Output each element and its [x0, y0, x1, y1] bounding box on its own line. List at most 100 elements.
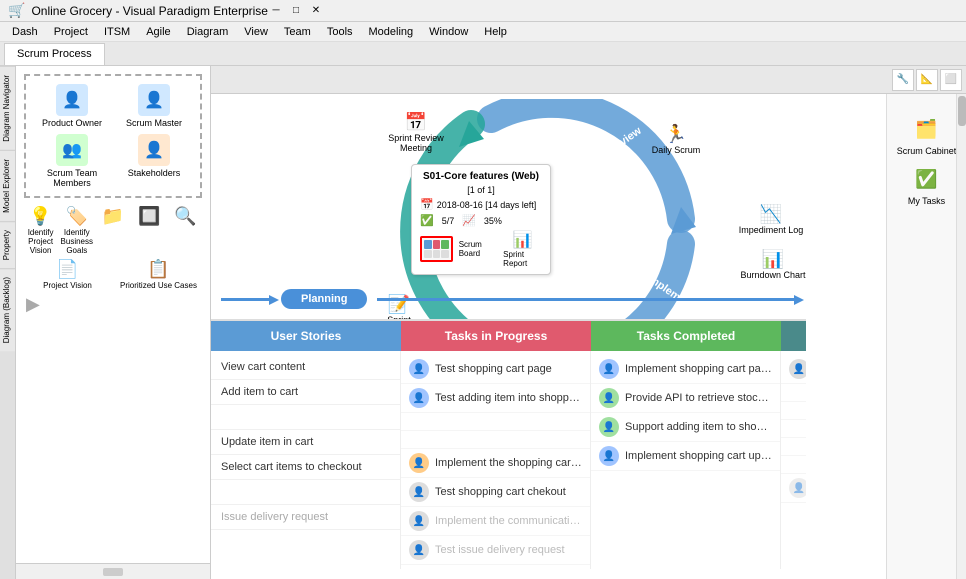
task-communicate: 👤 Implement the communicatio...	[401, 507, 590, 536]
task-closed-spacer2	[781, 402, 806, 420]
scrum-team-item[interactable]: 👥 Scrum Team Members	[34, 134, 110, 188]
task-closed-spacer5	[781, 456, 806, 474]
avatar-6: 👤	[409, 540, 429, 560]
scrum-master-item[interactable]: 👤 Scrum Master	[116, 84, 192, 128]
sprint-report-box[interactable]: 📊 Sprint Report	[503, 230, 542, 268]
sprint-center-box[interactable]: S01-Core features (Web) [1 of 1] 📅 2018-…	[411, 164, 551, 275]
toolbar-btn-2[interactable]: 📐	[916, 69, 938, 91]
avatar-8: 👤	[599, 388, 619, 408]
avatar-10: 👤	[599, 446, 619, 466]
toolbar-btn-3[interactable]: ⬜	[940, 69, 962, 91]
scrum-team-icon: 👥	[56, 134, 88, 166]
grid-item[interactable]: 🔲	[133, 206, 166, 255]
task-test-cart: 👤 Test shopping cart page	[401, 355, 590, 384]
menu-item-team[interactable]: Team	[276, 24, 319, 40]
product-owner-label: Product Owner	[42, 118, 102, 128]
project-vision-item[interactable]: 📄 Project Vision	[24, 259, 111, 290]
sprint-date: 📅 2018-08-16 [14 days left]	[420, 198, 542, 211]
tag-icon: 🏷️	[66, 206, 88, 227]
avatar-7: 👤	[599, 359, 619, 379]
diagram-area: 👤 Product Owner 👤 Scrum Master 👥 Scrum T…	[16, 66, 210, 323]
menu-item-agile[interactable]: Agile	[138, 24, 178, 40]
sprint-stats: ✅ 5/7 📈 35%	[420, 214, 542, 227]
story-select-checkout: Select cart items to checkout	[211, 455, 400, 480]
menu-item-help[interactable]: Help	[476, 24, 515, 40]
vtab-diagram-backlog[interactable]: Diagram (Backlog)	[0, 268, 15, 351]
story-spacer1	[211, 405, 400, 430]
prioritized-use-cases[interactable]: 📋 Prioritized Use Cases	[115, 259, 202, 290]
col-header-user-stories: User Stories	[211, 321, 401, 351]
sprint-subtitle: [1 of 1]	[420, 185, 542, 195]
sprint-review-node: 📅 Sprint Review Meeting	[381, 112, 451, 153]
folder-item[interactable]: 📁	[96, 206, 129, 255]
menu-item-view[interactable]: View	[236, 24, 276, 40]
menu-item-project[interactable]: Project	[46, 24, 96, 40]
vtab-model-explorer[interactable]: Model Explorer	[0, 150, 15, 221]
svg-text:Retrospect: Retrospect	[362, 201, 374, 259]
hscroll-thumb[interactable]	[103, 568, 123, 576]
product-owner-item[interactable]: 👤 Product Owner	[34, 84, 110, 128]
task-text-1: Test shopping cart page	[435, 363, 552, 375]
daily-scrum-label: Daily Scrum	[652, 145, 701, 155]
impediment-icon: 📉	[760, 204, 782, 225]
board-body: View cart content Add item to cart Updat…	[211, 351, 806, 569]
scrum-master-icon: 👤	[138, 84, 170, 116]
task-impl-update: 👤 Implement shopping cart upd...	[591, 442, 780, 471]
scrollbar-thumb[interactable]	[958, 96, 966, 126]
right-panel: 🔧 📐 ⬜ Revie	[211, 66, 966, 579]
task-test-checkout: 👤 Test shopping cart chekout	[401, 478, 590, 507]
list-icon: 📋	[147, 259, 169, 280]
scrum-board: User Stories Tasks in Progress Tasks Com…	[211, 319, 806, 579]
roles-box: 👤 Product Owner 👤 Scrum Master 👥 Scrum T…	[24, 74, 202, 198]
minimize-button[interactable]: ─	[268, 3, 284, 19]
task-text-2: Test adding item into shoppin...	[435, 392, 582, 404]
search-item[interactable]: 🔍	[169, 206, 202, 255]
menu-item-tools[interactable]: Tools	[319, 24, 361, 40]
toolbar-btn-1[interactable]: 🔧	[892, 69, 914, 91]
task-spacer2	[401, 431, 590, 449]
stakeholders-icon: 👤	[138, 134, 170, 166]
titlebar: 🛒 Online Grocery - Visual Paradigm Enter…	[0, 0, 966, 22]
task-text-10: Implement shopping cart upd...	[625, 450, 772, 462]
grid-icon: 🔲	[138, 206, 160, 227]
stakeholders-label: Stakeholders	[128, 168, 181, 178]
task-text-6: Test issue delivery request	[435, 544, 565, 556]
menu-item-modeling[interactable]: Modeling	[361, 24, 422, 40]
daily-scrum-icon: 🏃	[665, 124, 687, 145]
planning-button[interactable]: Planning	[281, 289, 367, 309]
menu-item-diagram[interactable]: Diagram	[179, 24, 237, 40]
partial-icon: ▶	[24, 294, 202, 315]
scrum-board-thumb[interactable]	[420, 236, 453, 262]
burndown-label: Burndown Chart	[740, 270, 805, 280]
vtab-property[interactable]: Property	[0, 221, 15, 268]
scrum-process-tab[interactable]: Scrum Process	[4, 43, 105, 65]
my-tasks-item[interactable]: ✅ My Tasks	[907, 164, 947, 206]
col-header-in-progress: Tasks in Progress	[401, 321, 591, 351]
magnify-icon: 🔍	[174, 206, 196, 227]
close-button[interactable]: ✕	[308, 3, 324, 19]
task-closed-spacer3	[781, 420, 806, 438]
vtab-diagram-navigator[interactable]: Diagram Navigator	[0, 66, 15, 150]
impediment-log-label: Impediment Log	[739, 225, 804, 235]
identify-project-vision[interactable]: 💡 Identify Project Vision	[24, 206, 57, 255]
avatar-4: 👤	[409, 482, 429, 502]
identify-business-goals[interactable]: 🏷️ Identify Business Goals	[60, 206, 93, 255]
burndown-node: 📊 Burndown Chart	[733, 249, 813, 280]
app-title: Online Grocery - Visual Paradigm Enterpr…	[31, 4, 268, 18]
scrum-cabinet-item[interactable]: 🗂️ Scrum Cabinet	[897, 114, 957, 156]
task-implement-cart: 👤 Implement the shopping cart ...	[401, 449, 590, 478]
left-panel: 👤 Product Owner 👤 Scrum Master 👥 Scrum T…	[16, 66, 211, 579]
task-text-4: Test shopping cart chekout	[435, 486, 566, 498]
stakeholders-item[interactable]: 👤 Stakeholders	[116, 134, 192, 188]
menu-item-window[interactable]: Window	[421, 24, 476, 40]
toolbar: 🔧 📐 ⬜	[211, 66, 966, 94]
maximize-button[interactable]: □	[288, 3, 304, 19]
col-header-closed: Tasks Closed	[781, 321, 806, 351]
right-scrollbar[interactable]	[956, 94, 966, 579]
menubar: DashProjectITSMAgileDiagramViewTeamTools…	[0, 22, 966, 42]
scrum-diagram: Review Implementation Retrospect 🧠 📅 Spr…	[211, 94, 886, 579]
menu-item-dash[interactable]: Dash	[4, 24, 46, 40]
bulb-icon: 💡	[29, 206, 51, 227]
folder-icon: 📁	[102, 206, 124, 227]
menu-item-itsm[interactable]: ITSM	[96, 24, 138, 40]
